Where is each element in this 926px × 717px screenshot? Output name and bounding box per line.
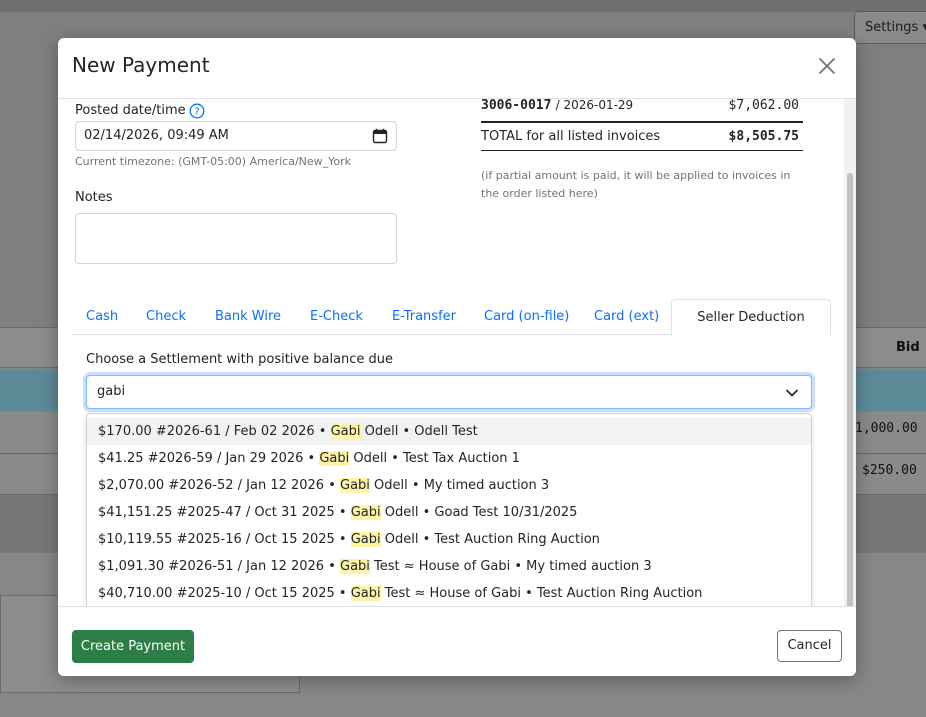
tab-card-ext[interactable]: Card (ext): [580, 299, 673, 336]
search-value: gabi: [97, 384, 126, 399]
close-icon: [819, 58, 835, 74]
bid-value: 1,000.00: [855, 421, 918, 436]
timezone-note: Current timezone: (GMT-05:00) America/Ne…: [75, 155, 352, 168]
invoice-total-row: TOTAL for all listed invoices $8,505.75: [481, 129, 803, 144]
settlement-dropdown-list: $170.00 #2026-61 / Feb 02 2026 • Gabi Od…: [86, 413, 812, 606]
tab-e-transfer[interactable]: E-Transfer: [378, 299, 470, 336]
partial-payment-note: (if partial amount is paid, it will be a…: [481, 169, 791, 200]
option-details-suffix: Test ≈ House of Gabi • Test Auction Ring…: [380, 586, 703, 601]
search-match-highlight: Gabi: [340, 559, 370, 574]
settlement-option[interactable]: $10,119.55 #2025-16 / Oct 15 2025 • Gabi…: [87, 526, 811, 553]
tab-cash[interactable]: Cash: [72, 299, 132, 336]
settlement-option[interactable]: $40,710.00 #2025-10 / Oct 15 2025 • Gabi…: [87, 580, 811, 606]
option-details-suffix: Odell • Goad Test 10/31/2025: [380, 505, 578, 520]
invoice-total-amount: $8,505.75: [728, 129, 799, 144]
search-match-highlight: Gabi: [350, 586, 381, 601]
option-details: $40,710.00 #2025-10 / Oct 15 2025 •: [98, 586, 351, 601]
option-details: $2,070.00 #2026-52 / Jan 12 2026 •: [98, 478, 341, 493]
invoice-amount: $7,062.00: [728, 99, 799, 113]
settlement-option[interactable]: $41,151.25 #2025-47 / Oct 31 2025 • Gabi…: [87, 499, 811, 526]
invoice-number: 3006-0017: [481, 99, 552, 113]
help-icon[interactable]: ?: [189, 103, 205, 119]
new-payment-modal: New Payment Posted date/time ? 02/14/202…: [58, 38, 856, 676]
notes-label: Notes: [75, 190, 113, 205]
settlement-search-input[interactable]: gabi: [86, 375, 812, 409]
tab-seller-deduction[interactable]: Seller Deduction: [671, 299, 831, 336]
notes-textarea[interactable]: [75, 213, 397, 264]
cancel-button[interactable]: Cancel: [777, 630, 842, 662]
tab-e-check[interactable]: E-Check: [296, 299, 377, 336]
search-match-highlight: Gabi: [350, 532, 381, 547]
option-details-suffix: Test ≈ House of Gabi • My timed auction …: [369, 559, 652, 574]
posted-datetime-label-text: Posted date/time: [75, 103, 186, 118]
option-details: $1,091.30 #2026-51 / Jan 12 2026 •: [98, 559, 341, 574]
option-details: $41,151.25 #2025-47 / Oct 31 2025 •: [98, 505, 351, 520]
top-bar: [0, 0, 926, 12]
divider: [481, 150, 803, 151]
option-details-suffix: Odell • Test Auction Ring Auction: [380, 532, 600, 547]
invoice-date: / 2026-01-29: [555, 99, 634, 112]
create-payment-button[interactable]: Create Payment: [72, 630, 194, 663]
settlement-option[interactable]: $170.00 #2026-61 / Feb 02 2026 • Gabi Od…: [87, 418, 811, 445]
option-details: $170.00 #2026-61 / Feb 02 2026 •: [98, 424, 331, 439]
option-details-suffix: Odell • Test Tax Auction 1: [349, 451, 520, 466]
chevron-down-icon[interactable]: [785, 386, 799, 400]
modal-footer: Create Payment Cancel: [58, 606, 856, 676]
svg-text:?: ?: [194, 107, 199, 118]
posted-datetime-input[interactable]: 02/14/2026, 09:49 AM: [75, 121, 397, 151]
settings-button[interactable]: Settings ▾: [854, 11, 926, 44]
search-match-highlight: Gabi: [350, 505, 381, 520]
settlement-option[interactable]: $41.25 #2026-59 / Jan 29 2026 • Gabi Ode…: [87, 445, 811, 472]
posted-datetime-label: Posted date/time: [75, 103, 186, 118]
tab-check[interactable]: Check: [132, 299, 200, 336]
bid-column-header: Bid: [896, 340, 920, 355]
bid-value: $250.00: [862, 463, 917, 478]
close-button[interactable]: [818, 57, 838, 77]
option-details: $10,119.55 #2025-16 / Oct 15 2025 •: [98, 532, 351, 547]
payment-method-tabs: Cash Check Bank Wire E-Check E-Transfer …: [72, 299, 831, 336]
divider: [481, 121, 803, 123]
tab-card-on-file[interactable]: Card (on-file): [470, 299, 583, 336]
choose-settlement-label: Choose a Settlement with positive balanc…: [86, 352, 394, 367]
invoice-row: 3006-0017 / 2026-01-29 $7,062.00: [481, 99, 803, 113]
search-match-highlight: Gabi: [330, 424, 361, 439]
tab-bank-wire[interactable]: Bank Wire: [201, 299, 295, 336]
option-details-suffix: Odell • My timed auction 3: [369, 478, 550, 493]
option-details-suffix: Odell • Odell Test: [360, 424, 478, 439]
option-details: $41.25 #2026-59 / Jan 29 2026 •: [98, 451, 320, 466]
search-match-highlight: Gabi: [340, 478, 370, 493]
posted-datetime-value: 02/14/2026, 09:49 AM: [84, 128, 229, 143]
settlement-option[interactable]: $1,091.30 #2026-51 / Jan 12 2026 • Gabi …: [87, 553, 811, 580]
modal-header: New Payment: [58, 38, 856, 99]
search-match-highlight: Gabi: [319, 451, 350, 466]
scrollbar-thumb[interactable]: [847, 173, 853, 606]
calendar-icon[interactable]: [372, 128, 388, 144]
modal-body[interactable]: Posted date/time ? 02/14/2026, 09:49 AM …: [58, 99, 856, 606]
invoice-total-label: TOTAL for all listed invoices: [481, 129, 661, 144]
modal-title: New Payment: [72, 53, 210, 77]
settlement-option[interactable]: $2,070.00 #2026-52 / Jan 12 2026 • Gabi …: [87, 472, 811, 499]
modal-scrollbar[interactable]: [844, 99, 856, 606]
